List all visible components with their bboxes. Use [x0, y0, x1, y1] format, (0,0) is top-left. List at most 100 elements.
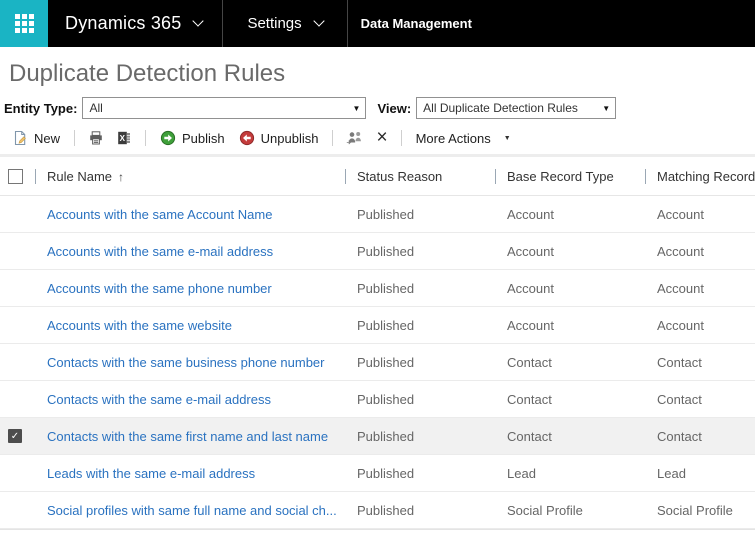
row-select-cell: ✓ [0, 492, 35, 528]
table-row[interactable]: ✓ Accounts with the same Account Name Pu… [0, 196, 755, 233]
table-row[interactable]: ✓ Contacts with the same business phone … [0, 344, 755, 381]
table-row[interactable]: ✓ Accounts with the same e-mail address … [0, 233, 755, 270]
chevron-down-icon [313, 15, 324, 26]
brand-label: Dynamics 365 [65, 13, 181, 34]
status-reason-cell: Published [345, 281, 495, 296]
rule-name-link[interactable]: Contacts with the same e-mail address [35, 392, 345, 407]
table-row[interactable]: ✓ Accounts with the same phone number Pu… [0, 270, 755, 307]
base-record-type-cell: Contact [495, 429, 645, 444]
entity-type-select[interactable]: All ▼ [82, 97, 366, 119]
status-reason-cell: Published [345, 392, 495, 407]
table-row[interactable]: ✓ Contacts with the same e-mail address … [0, 381, 755, 418]
dropdown-arrow-icon: ▼ [602, 104, 610, 113]
row-select-cell: ✓ [0, 270, 35, 306]
unpublish-button-label: Unpublish [261, 131, 319, 146]
unpublish-button[interactable]: Unpublish [232, 125, 326, 151]
dropdown-arrow-icon: ▼ [353, 104, 361, 113]
sort-ascending-icon: ↑ [118, 170, 124, 184]
area-menu-settings[interactable]: Settings [223, 0, 346, 47]
app-launcher-button[interactable] [0, 0, 48, 47]
matching-record-type-cell: Account [645, 281, 755, 296]
rule-name-link[interactable]: Accounts with the same website [35, 318, 345, 333]
view-select[interactable]: All Duplicate Detection Rules ▼ [416, 97, 616, 119]
chevron-down-icon [193, 15, 204, 26]
column-header-status-reason[interactable]: Status Reason [345, 169, 495, 184]
column-header-rule-name[interactable]: Rule Name↑ [35, 169, 345, 184]
publish-button[interactable]: Publish [153, 125, 232, 151]
entity-type-label: Entity Type: [4, 101, 77, 116]
breadcrumb-page: Data Management [348, 0, 485, 47]
assign-button[interactable] [340, 125, 370, 151]
status-reason-cell: Published [345, 429, 495, 444]
table-row[interactable]: ✓ Accounts with the same website Publish… [0, 307, 755, 344]
toolbar-separator [332, 130, 333, 146]
view-label: View: [377, 101, 411, 116]
delete-button[interactable]: × [370, 125, 393, 151]
matching-record-type-cell: Contact [645, 392, 755, 407]
status-reason-cell: Published [345, 503, 495, 518]
matching-record-type-cell: Contact [645, 355, 755, 370]
matching-record-type-cell: Contact [645, 429, 755, 444]
status-reason-cell: Published [345, 355, 495, 370]
status-reason-cell: Published [345, 244, 495, 259]
row-select-cell: ✓ [0, 233, 35, 269]
status-reason-cell: Published [345, 207, 495, 222]
print-button[interactable] [82, 125, 110, 151]
svg-text:X: X [120, 134, 126, 143]
base-record-type-cell: Account [495, 244, 645, 259]
rule-name-link[interactable]: Leads with the same e-mail address [35, 466, 345, 481]
area-label: Settings [247, 15, 301, 32]
toolbar-separator [74, 130, 75, 146]
more-actions-button[interactable]: More Actions ▼ [409, 125, 518, 151]
row-checkbox[interactable]: ✓ [8, 429, 22, 443]
rules-grid: Rule Name↑ Status Reason Base Record Typ… [0, 157, 755, 529]
table-row[interactable]: ✓ Social profiles with same full name an… [0, 492, 755, 529]
publish-icon [160, 130, 176, 146]
export-to-excel-button[interactable]: X [110, 125, 138, 151]
rule-name-link[interactable]: Contacts with the same business phone nu… [35, 355, 345, 370]
page-label: Data Management [361, 16, 472, 31]
base-record-type-cell: Lead [495, 466, 645, 481]
print-icon [88, 130, 104, 146]
brand-menu[interactable]: Dynamics 365 [48, 0, 222, 47]
page-title: Duplicate Detection Rules [9, 60, 755, 88]
new-button[interactable]: New [5, 125, 67, 151]
new-button-label: New [34, 131, 60, 146]
select-all-cell [0, 169, 35, 184]
row-select-cell: ✓ [0, 196, 35, 232]
matching-record-type-cell: Lead [645, 466, 755, 481]
new-record-icon [12, 130, 28, 146]
base-record-type-cell: Account [495, 318, 645, 333]
grid-toolbar: New X [0, 125, 755, 151]
status-reason-cell: Published [345, 466, 495, 481]
more-actions-label: More Actions [416, 131, 491, 146]
rule-name-link[interactable]: Social profiles with same full name and … [35, 503, 345, 518]
view-value: All Duplicate Detection Rules [423, 101, 578, 115]
table-row[interactable]: ✓ Leads with the same e-mail address Pub… [0, 455, 755, 492]
row-select-cell: ✓ [0, 418, 35, 454]
rule-name-link[interactable]: Accounts with the same e-mail address [35, 244, 345, 259]
row-select-cell: ✓ [0, 381, 35, 417]
rule-name-link[interactable]: Accounts with the same phone number [35, 281, 345, 296]
base-record-type-cell: Contact [495, 355, 645, 370]
grid-header-row: Rule Name↑ Status Reason Base Record Typ… [0, 157, 755, 196]
matching-record-type-cell: Account [645, 318, 755, 333]
status-reason-cell: Published [345, 318, 495, 333]
grid-rows: ✓ Accounts with the same Account Name Pu… [0, 196, 755, 529]
toolbar-separator [145, 130, 146, 146]
matching-record-type-cell: Account [645, 244, 755, 259]
select-all-checkbox[interactable] [8, 169, 23, 184]
rule-name-link[interactable]: Contacts with the same first name and la… [35, 429, 345, 444]
base-record-type-cell: Account [495, 281, 645, 296]
rule-name-link[interactable]: Accounts with the same Account Name [35, 207, 345, 222]
filter-row: Entity Type: All ▼ View: All Duplicate D… [4, 96, 755, 120]
column-header-matching-record-type[interactable]: Matching Record Type [645, 169, 755, 184]
duplicate-detection-rules-page: { "topbar": { "brand": "Dynamics 365", "… [0, 0, 755, 535]
table-row[interactable]: ✓ Contacts with the same first name and … [0, 418, 755, 455]
top-nav-bar: Dynamics 365 Settings Data Management [0, 0, 755, 47]
matching-record-type-cell: Social Profile [645, 503, 755, 518]
column-header-base-record-type[interactable]: Base Record Type [495, 169, 645, 184]
waffle-icon [15, 14, 34, 33]
toolbar-separator [401, 130, 402, 146]
dropdown-arrow-icon: ▼ [504, 135, 511, 142]
